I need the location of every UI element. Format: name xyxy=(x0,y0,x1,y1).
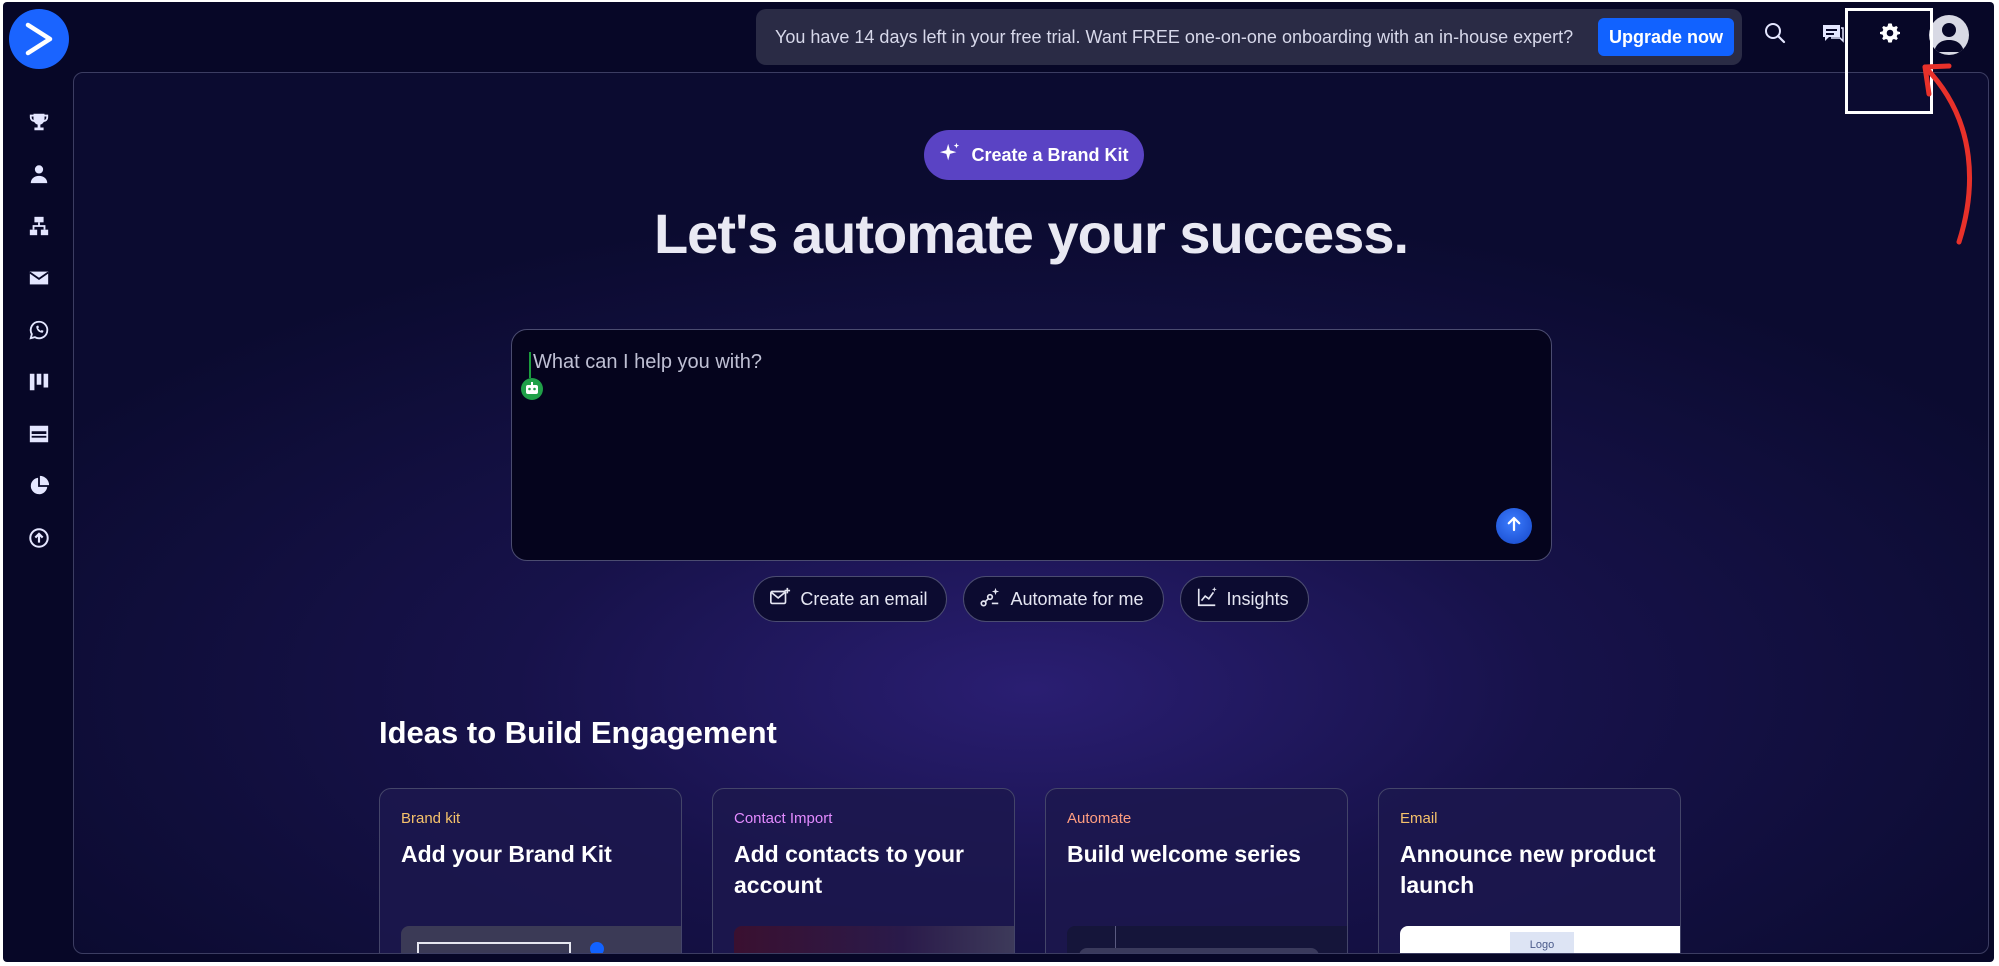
pie-chart-icon xyxy=(28,475,50,502)
insights-chip[interactable]: Insights xyxy=(1179,576,1309,622)
automate-for-me-label: Automate for me xyxy=(1010,588,1144,609)
trial-message: You have 14 days left in your free trial… xyxy=(775,26,1574,47)
card-preview-image xyxy=(1067,926,1347,953)
upload-circle-icon xyxy=(28,527,50,554)
sidebar-item-upgrade[interactable] xyxy=(3,514,75,566)
send-button[interactable] xyxy=(1496,508,1532,544)
card-title: Build welcome series xyxy=(1067,841,1301,867)
automation-sparkle-icon xyxy=(979,586,1001,613)
idea-card-automate[interactable]: Automate Build welcome series xyxy=(1045,788,1348,953)
search-icon xyxy=(1763,21,1787,50)
main-content: Create a Brand Kit Let's automate your s… xyxy=(73,72,1989,954)
sitemap-icon xyxy=(28,215,50,242)
card-preview-image xyxy=(401,926,681,953)
automate-for-me-chip[interactable]: Automate for me xyxy=(963,576,1164,622)
sidebar-item-website[interactable] xyxy=(3,410,75,462)
sidebar-item-trophy[interactable] xyxy=(3,98,75,150)
card-category: Contact Import xyxy=(734,810,833,827)
chat-icon xyxy=(1821,21,1845,50)
app-window: You have 14 days left in your free trial… xyxy=(3,2,1994,962)
page-title: Let's automate your success. xyxy=(653,202,1409,265)
card-title: Add contacts to your account xyxy=(734,841,965,898)
card-category: Email xyxy=(1400,810,1438,827)
person-icon xyxy=(28,163,50,190)
card-category: Brand kit xyxy=(401,810,461,827)
sidebar-item-deals[interactable] xyxy=(3,358,75,410)
ideas-section-title: Ideas to Build Engagement xyxy=(379,715,777,750)
kanban-icon xyxy=(28,371,50,398)
activecampaign-logo[interactable] xyxy=(9,9,69,69)
sparkle-icon xyxy=(939,142,961,169)
card-category: Automate xyxy=(1067,810,1132,827)
envelope-icon xyxy=(28,267,50,294)
whatsapp-icon xyxy=(28,319,50,346)
sidebar-item-whatsapp[interactable] xyxy=(3,306,75,358)
idea-card-contact-import[interactable]: Contact Import Add contacts to your acco… xyxy=(712,788,1015,953)
insights-label: Insights xyxy=(1226,588,1289,609)
ai-prompt-box xyxy=(511,329,1552,561)
create-brand-kit-button[interactable]: Create a Brand Kit xyxy=(924,130,1144,180)
idea-card-brand-kit[interactable]: Brand kit Add your Brand Kit xyxy=(379,788,682,953)
envelope-plus-icon xyxy=(769,586,791,613)
robot-icon xyxy=(520,377,544,401)
trial-banner: You have 14 days left in your free trial… xyxy=(756,9,1742,65)
card-title: Add your Brand Kit xyxy=(401,841,612,867)
sidebar-item-contacts[interactable] xyxy=(3,150,75,202)
annotation-arrow xyxy=(1922,63,1972,245)
create-an-email-chip[interactable]: Create an email xyxy=(753,576,948,622)
line-chart-icon xyxy=(1196,586,1218,613)
sidebar-item-automations[interactable] xyxy=(3,202,75,254)
quick-actions: Create an email Automate for me Insights xyxy=(74,576,1988,622)
card-preview-image xyxy=(734,926,1014,953)
create-an-email-label: Create an email xyxy=(800,588,928,609)
email-preview-logo: Logo xyxy=(1510,932,1574,953)
upgrade-now-button[interactable]: Upgrade now xyxy=(1597,18,1734,56)
arrow-up-icon xyxy=(1505,515,1523,538)
card-preview-image: Logo xyxy=(1400,926,1680,953)
sidebar-item-reports[interactable] xyxy=(3,462,75,514)
idea-card-email[interactable]: Email Announce new product launch Logo xyxy=(1378,788,1681,953)
card-title: Announce new product launch xyxy=(1400,841,1656,898)
trophy-icon xyxy=(28,111,50,138)
browser-window-icon xyxy=(28,423,50,450)
sidebar xyxy=(3,98,75,566)
create-brand-kit-label: Create a Brand Kit xyxy=(971,144,1129,165)
ai-prompt-input[interactable] xyxy=(531,350,1435,375)
search-button[interactable] xyxy=(1758,18,1792,52)
sidebar-item-campaigns[interactable] xyxy=(3,254,75,306)
